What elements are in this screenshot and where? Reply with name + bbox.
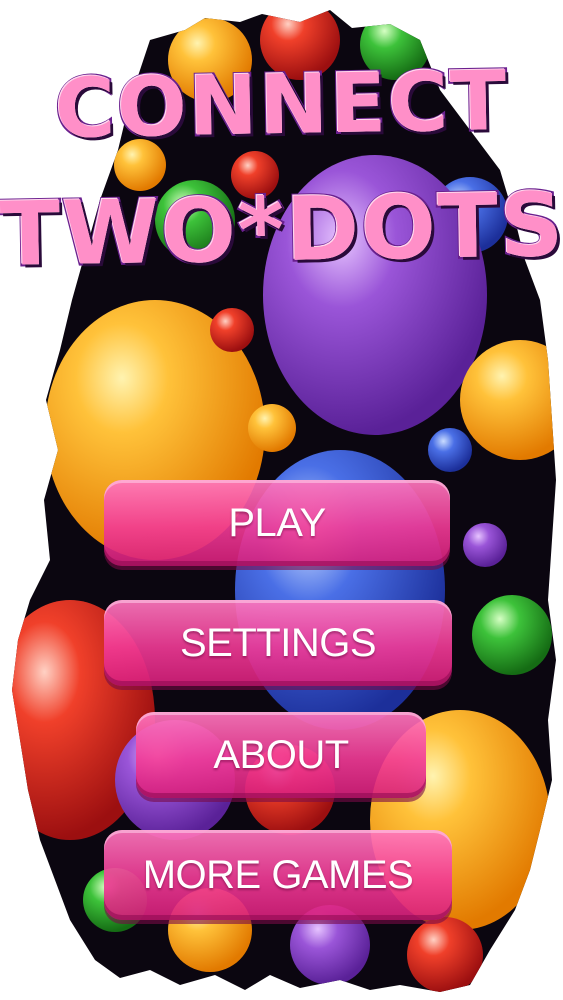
game-title-line1: CONNECT <box>52 52 511 159</box>
about-button[interactable]: ABOUT <box>136 712 426 798</box>
play-button-label: PLAY <box>228 500 326 545</box>
settings-button[interactable]: SETTINGS <box>104 600 452 686</box>
about-button-label: ABOUT <box>213 732 349 777</box>
settings-button-label: SETTINGS <box>179 620 377 665</box>
main-menu-screen: CONNECT TWO*DOTS PLAY SETTINGS ABOUT MOR… <box>0 0 563 1000</box>
play-button[interactable]: PLAY <box>104 480 450 566</box>
game-title-line2: TWO*DOTS <box>0 171 563 288</box>
more-games-button-label: MORE GAMES <box>142 852 414 897</box>
more-games-button[interactable]: MORE GAMES <box>104 830 452 920</box>
